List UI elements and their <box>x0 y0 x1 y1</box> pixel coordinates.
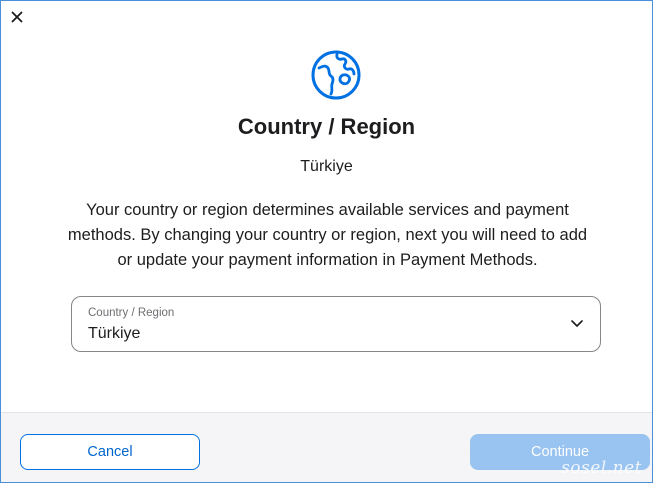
cancel-button[interactable]: Cancel <box>20 434 200 470</box>
country-region-select[interactable]: Country / Region Türkiye <box>71 296 601 352</box>
watermark: sosel.net <box>561 458 642 478</box>
close-button[interactable] <box>7 7 27 27</box>
select-label: Country / Region <box>88 307 175 319</box>
chevron-down-icon <box>571 320 583 327</box>
select-value: Türkiye <box>88 325 141 342</box>
description-text: Your country or region determines availa… <box>67 201 588 269</box>
dialog-footer: Cancel Continue sosel.net <box>1 412 652 482</box>
country-region-dialog: Country / Region Türkiye Your country or… <box>0 0 653 483</box>
close-icon <box>11 11 23 23</box>
dialog-title: Country / Region <box>237 114 416 139</box>
current-region-text: Türkiye <box>300 158 353 175</box>
globe-icon <box>311 50 361 100</box>
